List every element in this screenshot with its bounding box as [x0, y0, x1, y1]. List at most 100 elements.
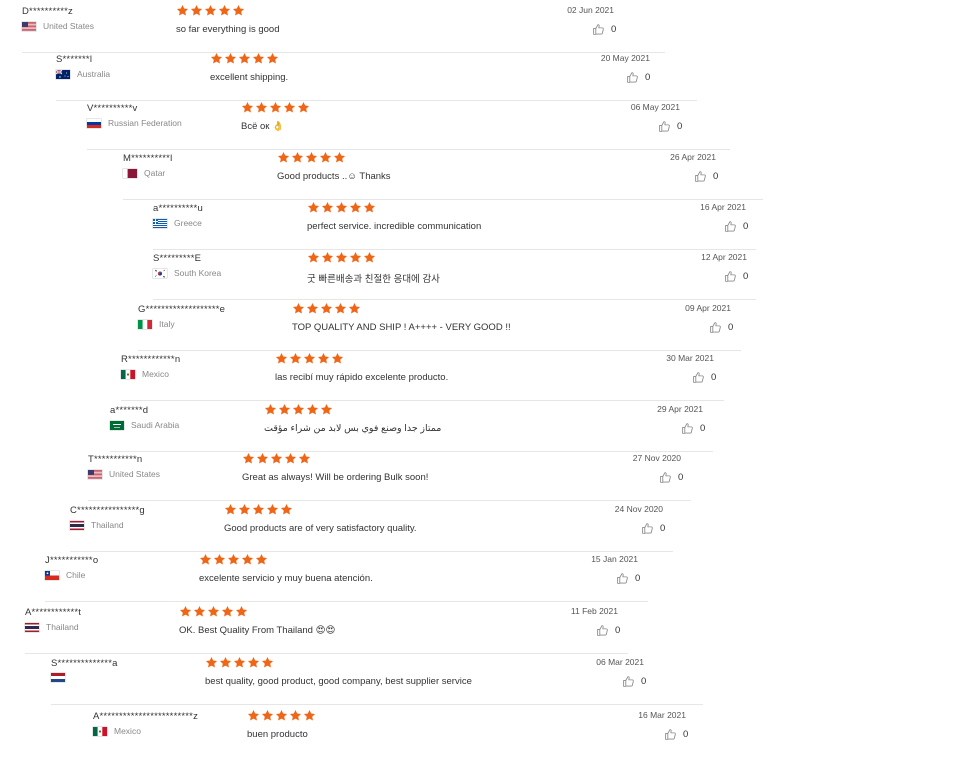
helpful-button[interactable]: 0 [592, 23, 616, 36]
star-icon [349, 201, 362, 214]
review-item: D**********z United States so far everyt… [22, 2, 665, 53]
thumb-up-icon[interactable] [664, 728, 677, 741]
review-text: ممتاز جدا وصنع فوي بس لابد من شراء مؤقت [264, 423, 442, 434]
flag-it-icon [138, 319, 152, 329]
star-icon [255, 553, 268, 566]
helpful-button[interactable]: 0 [659, 471, 683, 484]
reviewer-name: S**************a [51, 658, 118, 669]
helpful-button[interactable]: 0 [724, 220, 748, 233]
flag-kr-icon [153, 268, 167, 278]
review-item: T***********n United States Great as alw… [88, 450, 691, 501]
helpful-button[interactable]: 0 [694, 170, 718, 183]
reviewer-name: C****************g [70, 505, 145, 516]
helpful-button[interactable]: 0 [724, 270, 748, 283]
helpful-button[interactable]: 0 [616, 572, 640, 585]
rating-stars [242, 452, 311, 465]
review-text: Всё ок 👌 [241, 121, 284, 132]
star-icon [275, 709, 288, 722]
reviewer-country: Qatar [123, 168, 165, 178]
review-text: 굿 빠른배송과 친절한 응대에 감사 [307, 274, 440, 285]
reviewer-name: S*********E [153, 253, 202, 264]
flag-us-icon [88, 469, 102, 479]
star-icon [317, 352, 330, 365]
review-item: C****************g Thailand Good product… [70, 501, 673, 552]
review-item: J***********o Chile excelente servicio y… [45, 551, 648, 602]
flag-au-icon [56, 69, 70, 79]
star-icon [292, 302, 305, 315]
rating-stars [241, 101, 310, 114]
star-icon [190, 4, 203, 17]
star-icon [238, 503, 251, 516]
thumb-up-icon[interactable] [622, 675, 635, 688]
star-icon [199, 553, 212, 566]
helpful-button[interactable]: 0 [622, 675, 646, 688]
thumb-up-icon[interactable] [592, 23, 605, 36]
thumb-up-icon[interactable] [724, 220, 737, 233]
thumb-up-icon[interactable] [724, 270, 737, 283]
star-icon [284, 452, 297, 465]
helpful-button[interactable]: 0 [626, 71, 650, 84]
reviewer-country: Greece [153, 218, 202, 228]
star-icon [269, 101, 282, 114]
review-text: excelente servicio y muy buena atención. [199, 573, 373, 584]
flag-ru-icon [87, 118, 101, 128]
helpful-button[interactable]: 0 [641, 522, 665, 535]
review-date: 09 Apr 2021 [685, 303, 731, 313]
flag-sa-icon [110, 420, 124, 430]
star-icon [213, 553, 226, 566]
rating-stars [264, 403, 333, 416]
star-icon [247, 709, 260, 722]
star-icon [277, 151, 290, 164]
star-icon [266, 52, 279, 65]
helpful-count: 0 [683, 729, 689, 740]
thumb-up-icon[interactable] [709, 321, 722, 334]
rating-stars [307, 201, 376, 214]
star-icon [363, 201, 376, 214]
rating-stars [224, 503, 293, 516]
thumb-up-icon[interactable] [692, 371, 705, 384]
star-icon [280, 503, 293, 516]
thumb-up-icon[interactable] [626, 71, 639, 84]
star-icon [205, 656, 218, 669]
reviewer-name: a**********u [153, 203, 203, 214]
helpful-count: 0 [645, 72, 651, 83]
helpful-button[interactable]: 0 [596, 624, 620, 637]
reviewer-country: Thailand [25, 622, 79, 632]
star-icon [349, 251, 362, 264]
star-icon [252, 52, 265, 65]
helpful-count: 0 [635, 573, 641, 584]
star-icon [233, 656, 246, 669]
reviewer-country [51, 673, 72, 682]
star-icon [266, 503, 279, 516]
rating-stars [292, 302, 361, 315]
review-text: Great as always! Will be ordering Bulk s… [242, 472, 429, 483]
star-icon [252, 503, 265, 516]
star-icon [303, 709, 316, 722]
review-date: 06 May 2021 [630, 102, 680, 112]
thumb-up-icon[interactable] [658, 120, 671, 133]
star-icon [224, 503, 237, 516]
helpful-count: 0 [611, 24, 617, 35]
review-item: a*******d Saudi Arabia ممتاز جدا وصنع فو… [110, 401, 713, 452]
thumb-up-icon[interactable] [659, 471, 672, 484]
star-icon [204, 4, 217, 17]
review-item: S*********E South Korea 굿 빠른배송과 친절한 응대에 … [153, 249, 756, 300]
review-text: OK. Best Quality From Thailand 😍😍 [179, 625, 336, 636]
helpful-button[interactable]: 0 [658, 120, 682, 133]
review-item: R************n Mexico las recibí muy ráp… [121, 350, 724, 401]
review-date: 06 Mar 2021 [596, 657, 644, 667]
thumb-up-icon[interactable] [694, 170, 707, 183]
thumb-up-icon[interactable] [641, 522, 654, 535]
thumb-up-icon[interactable] [596, 624, 609, 637]
helpful-count: 0 [615, 625, 621, 636]
helpful-button[interactable]: 0 [709, 321, 733, 334]
helpful-button[interactable]: 0 [681, 422, 705, 435]
star-icon [297, 101, 310, 114]
thumb-up-icon[interactable] [681, 422, 694, 435]
helpful-button[interactable]: 0 [692, 371, 716, 384]
review-item: A************************z Mexico buen p… [93, 707, 696, 757]
rating-stars [210, 52, 279, 65]
thumb-up-icon[interactable] [616, 572, 629, 585]
helpful-button[interactable]: 0 [664, 728, 688, 741]
star-icon [176, 4, 189, 17]
